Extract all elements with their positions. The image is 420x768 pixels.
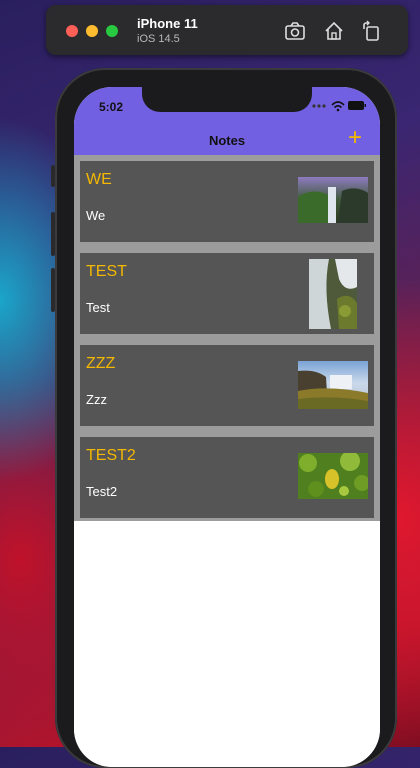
waterfall-landscape-image [298,361,368,409]
note-title: ZZZ [86,355,116,372]
waterfall-closeup-image [309,259,357,329]
device-name: iPhone 11 [137,16,198,31]
add-note-button[interactable]: + [344,126,366,150]
note-body: Test2 [86,484,118,499]
zoom-window-button[interactable] [106,25,118,37]
note-card[interactable]: WE We [80,161,374,242]
page-title: Notes [208,133,246,148]
volume-down-button [51,268,55,312]
empty-area [74,521,380,767]
battery-icon [348,101,366,110]
minimize-window-button[interactable] [86,25,98,37]
status-icons [312,101,366,112]
note-card[interactable]: TEST Test [80,253,374,334]
screenshot-icon[interactable] [284,20,306,42]
wifi-icon [331,101,345,112]
rotate-icon[interactable] [360,20,382,42]
note-body: Zzz [86,392,107,407]
waterfall-cliff-image [298,177,368,223]
green-fruit-image [298,453,368,499]
notch [142,87,312,112]
note-card[interactable]: ZZZ Zzz [80,345,374,426]
home-icon[interactable] [323,20,345,42]
navigation-bar: 5:02 Notes + [74,87,380,155]
volume-up-button [51,212,55,256]
phone-screen: 5:02 Notes + WE We TEST Test ZZZ Zzz TES… [74,87,380,767]
close-window-button[interactable] [66,25,78,37]
note-body: We [86,208,106,223]
signal-icon [312,104,326,108]
note-title: WE [86,171,112,188]
mute-switch [51,165,55,187]
note-card[interactable]: TEST2 Test2 [80,437,374,518]
os-version: iOS 14.5 [137,33,180,45]
notes-list: WE We TEST Test ZZZ Zzz TEST2 Test2 [74,155,380,521]
note-title: TEST [86,263,127,280]
note-title: TEST2 [86,447,136,464]
status-time: 5:02 [99,100,124,114]
note-body: Test [86,300,110,315]
simulator-toolbar: iPhone 11 iOS 14.5 [46,5,408,55]
